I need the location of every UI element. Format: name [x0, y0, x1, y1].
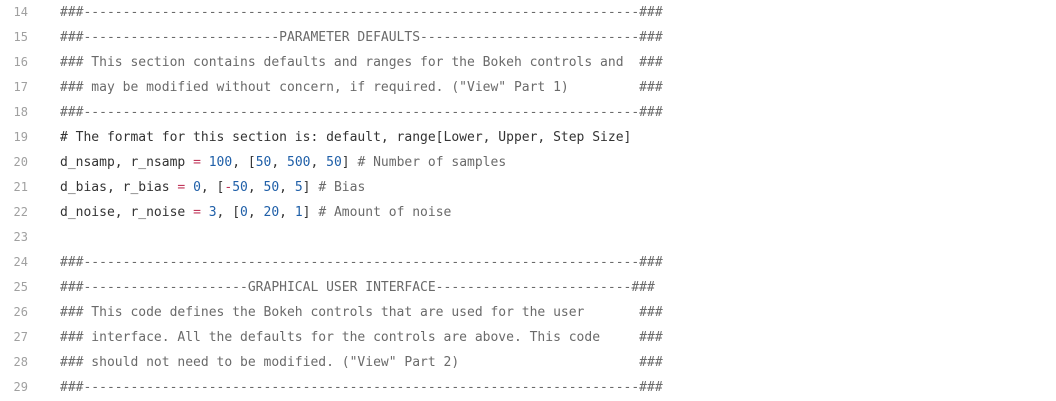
code-token: = — [193, 155, 201, 170]
code-line: 24 ###-----------------------------------… — [0, 250, 1056, 275]
line-number: 20 — [13, 155, 28, 169]
line-number: 15 — [13, 30, 28, 44]
code-token: 1 — [294, 205, 303, 220]
code-text: # The format for this section is: defaul… — [60, 125, 631, 150]
code-token: # The format for this section is: defaul… — [60, 130, 632, 145]
line-number: 14 — [13, 5, 28, 19]
code-token: 100 — [208, 155, 233, 170]
code-token: 0 — [193, 180, 201, 195]
code-token: ###-------------------------------------… — [60, 380, 663, 395]
code-token: , — [310, 155, 327, 170]
code-text: ###-------------------------------------… — [60, 100, 663, 125]
code-token: ###-------------------------PARAMETER DE… — [60, 30, 663, 45]
code-token: d_bias, r_bias — [60, 180, 178, 195]
code-token: ] — [341, 155, 358, 170]
code-token: , — [247, 180, 264, 195]
code-text: ###-------------------------------------… — [60, 250, 663, 275]
code-text: ###-------------------------------------… — [60, 0, 663, 25]
code-view[interactable]: 14 ###-----------------------------------… — [0, 0, 1056, 401]
code-text: ###---------------------GRAPHICAL USER I… — [60, 275, 655, 300]
code-text: d_noise, r_noise = 3, [0, 20, 1] # Amoun… — [60, 200, 451, 225]
code-text: d_bias, r_bias = 0, [-50, 50, 5] # Bias — [60, 175, 365, 200]
code-line: 15 ###-------------------------PARAMETER … — [0, 25, 1056, 50]
line-number: 18 — [13, 105, 28, 119]
line-number: 22 — [13, 205, 28, 219]
code-text: ###-------------------------PARAMETER DE… — [60, 25, 663, 50]
code-token: 50 — [255, 155, 272, 170]
code-token: d_noise, r_noise — [60, 205, 194, 220]
code-token: ###-------------------------------------… — [60, 255, 663, 270]
code-line: 20 d_nsamp, r_nsamp = 100, [50, 500, 50] … — [0, 150, 1056, 175]
code-text: ### This code defines the Bokeh controls… — [60, 300, 663, 325]
line-number: 27 — [13, 330, 28, 344]
code-text: ###-------------------------------------… — [60, 375, 663, 400]
code-token: # Number of samples — [357, 155, 507, 170]
code-token: ###---------------------GRAPHICAL USER I… — [60, 280, 655, 295]
code-token: , — [271, 155, 287, 170]
line-number: 24 — [13, 255, 28, 269]
code-text: ### interface. All the defaults for the … — [60, 325, 663, 350]
code-token: , — [279, 205, 295, 220]
code-token: # Amount of noise — [318, 205, 452, 220]
code-token: # Bias — [318, 180, 366, 195]
code-token: , [ — [200, 180, 225, 195]
line-number: 28 — [13, 355, 28, 369]
line-number: 23 — [13, 230, 28, 244]
code-token: 50 — [326, 155, 342, 170]
code-line: 14 ###-----------------------------------… — [0, 0, 1056, 25]
code-line: 23 — [0, 225, 1056, 250]
code-token: ###-------------------------------------… — [60, 5, 663, 20]
code-text: ### This section contains defaults and r… — [60, 50, 663, 75]
code-token: 50 — [263, 180, 280, 195]
line-number: 17 — [13, 80, 28, 94]
line-number: 25 — [13, 280, 28, 294]
code-token: 5 — [294, 180, 303, 195]
code-line: 18 ###-----------------------------------… — [0, 100, 1056, 125]
code-token: ###-------------------------------------… — [60, 105, 663, 120]
line-number: 16 — [13, 55, 28, 69]
code-token: 3 — [208, 205, 217, 220]
code-line: 17 ### may be modified without concern, i… — [0, 75, 1056, 100]
line-number: 26 — [13, 305, 28, 319]
code-token: = — [193, 205, 201, 220]
code-token: , [ — [216, 205, 241, 220]
code-line: 26 ### This code defines the Bokeh contro… — [0, 300, 1056, 325]
code-line: 22 d_noise, r_noise = 3, [0, 20, 1] # Amo… — [0, 200, 1056, 225]
code-token: , [ — [232, 155, 256, 170]
code-line: 29 ###-----------------------------------… — [0, 375, 1056, 400]
code-token: ### This section contains defaults and r… — [60, 55, 663, 70]
code-token: d_nsamp, r_nsamp — [60, 155, 194, 170]
code-line: 25 ###---------------------GRAPHICAL USER… — [0, 275, 1056, 300]
code-token: 50 — [232, 180, 248, 195]
code-line: 19 # The format for this section is: defa… — [0, 125, 1056, 150]
code-token: , — [279, 180, 295, 195]
code-token: ### interface. All the defaults for the … — [60, 330, 663, 345]
code-token: ### should not need to be modified. ("Vi… — [60, 355, 663, 370]
code-text: ### should not need to be modified. ("Vi… — [60, 350, 663, 375]
code-token: 20 — [263, 205, 280, 220]
code-line: 16 ### This section contains defaults and… — [0, 50, 1056, 75]
code-token: ### This code defines the Bokeh controls… — [60, 305, 663, 320]
code-token: , — [247, 205, 264, 220]
code-text: d_nsamp, r_nsamp = 100, [50, 500, 50] # … — [60, 150, 506, 175]
line-number: 29 — [13, 380, 28, 394]
code-token: ### may be modified without concern, if … — [60, 80, 663, 95]
code-line: 27 ### interface. All the defaults for th… — [0, 325, 1056, 350]
code-token: ] — [302, 205, 319, 220]
line-number: 21 — [13, 180, 28, 194]
code-token: ] — [302, 180, 319, 195]
line-number: 19 — [13, 130, 28, 144]
code-line: 28 ### should not need to be modified. ("… — [0, 350, 1056, 375]
code-token: 500 — [287, 155, 311, 170]
code-text: ### may be modified without concern, if … — [60, 75, 663, 100]
code-line: 21 d_bias, r_bias = 0, [-50, 50, 5] # Bia… — [0, 175, 1056, 200]
code-token: 0 — [240, 205, 248, 220]
